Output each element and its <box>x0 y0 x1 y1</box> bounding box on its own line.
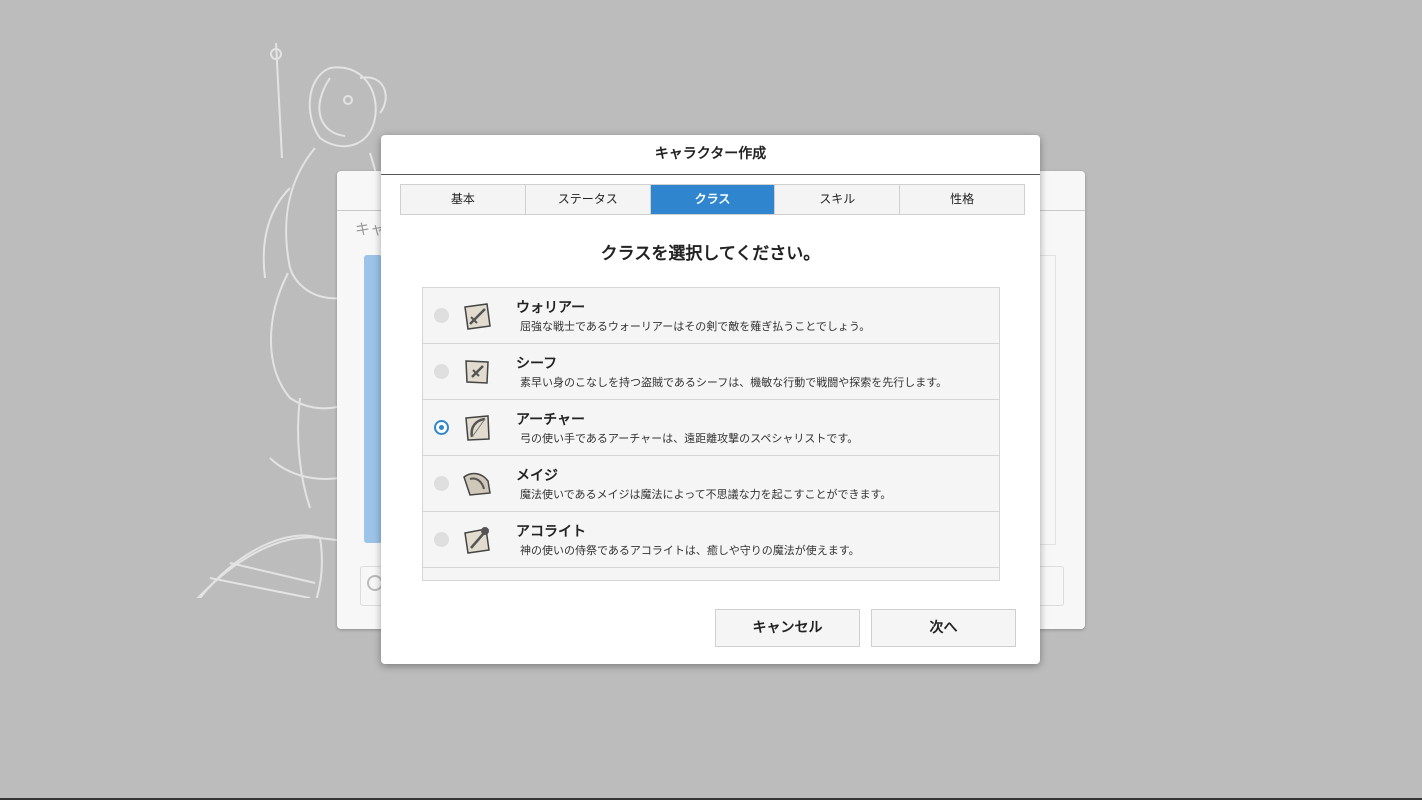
class-radio-archer[interactable] <box>434 420 449 435</box>
class-item-thief[interactable]: シーフ 素早い身のこなしを持つ盗賊であるシーフは、機敏な行動で戦闘や探索を先行し… <box>423 344 999 400</box>
class-description: 魔法使いであるメイジは魔法によって不思議な力を起こすことができます。 <box>520 488 892 501</box>
class-item-warrior[interactable]: ウォリアー 屈強な戦士であるウォーリアーはその剣で敵を薙ぎ払うことでしょう。 <box>423 288 999 344</box>
tab-bar: 基本 ステータス クラス スキル 性格 <box>400 184 1025 215</box>
tab-status[interactable]: ステータス <box>525 185 651 214</box>
class-name: メイジ <box>516 468 558 484</box>
tab-class[interactable]: クラス <box>650 185 776 214</box>
class-description: 屈強な戦士であるウォーリアーはその剣で敵を薙ぎ払うことでしょう。 <box>520 320 871 333</box>
tab-personality[interactable]: 性格 <box>900 185 1024 214</box>
class-item-mage[interactable]: メイジ 魔法使いであるメイジは魔法によって不思議な力を起こすことができます。 <box>423 456 999 512</box>
character-creation-dialog: キャラクター作成 基本 ステータス クラス スキル 性格 クラスを選択してくださ… <box>381 135 1040 664</box>
class-radio-thief[interactable] <box>434 364 449 379</box>
tab-basic[interactable]: 基本 <box>401 185 526 214</box>
class-item-acolyte[interactable]: アコライト 神の使いの侍祭であるアコライトは、癒しや守りの魔法が使えます。 <box>423 512 999 568</box>
class-item-partial[interactable] <box>423 568 999 580</box>
class-radio-warrior[interactable] <box>434 308 449 323</box>
class-name: ウォリアー <box>516 300 586 316</box>
class-item-archer[interactable]: アーチャー 弓の使い手であるアーチャーは、遠距離攻撃のスペシャリストです。 <box>423 400 999 456</box>
class-description: 素早い身のこなしを持つ盗賊であるシーフは、機敏な行動で戦闘や探索を先行します。 <box>520 376 948 389</box>
dialog-title: キャラクター作成 <box>381 135 1040 175</box>
class-list[interactable]: ウォリアー 屈強な戦士であるウォーリアーはその剣で敵を薙ぎ払うことでしょう。 シ… <box>422 287 1000 581</box>
class-radio-acolyte[interactable] <box>434 532 449 547</box>
cancel-button[interactable]: キャンセル <box>715 609 860 647</box>
class-name: アーチャー <box>516 412 586 428</box>
sword-icon <box>464 303 491 330</box>
next-button[interactable]: 次へ <box>871 609 1016 647</box>
class-description: 神の使いの侍祭であるアコライトは、癒しや守りの魔法が使えます。 <box>520 544 860 557</box>
tab-skill[interactable]: スキル <box>775 185 901 214</box>
mace-icon <box>464 527 490 554</box>
class-description: 弓の使い手であるアーチャーは、遠距離攻撃のスペシャリストです。 <box>520 432 859 445</box>
class-radio-mage[interactable] <box>434 476 449 491</box>
class-name: シーフ <box>516 356 558 372</box>
background-panel-selected-bar <box>364 255 382 543</box>
bow-icon <box>465 415 490 441</box>
mage-hat-icon <box>463 472 491 496</box>
class-name: アコライト <box>516 524 586 540</box>
dagger-icon <box>465 360 489 384</box>
class-select-prompt: クラスを選択してください。 <box>600 244 821 264</box>
